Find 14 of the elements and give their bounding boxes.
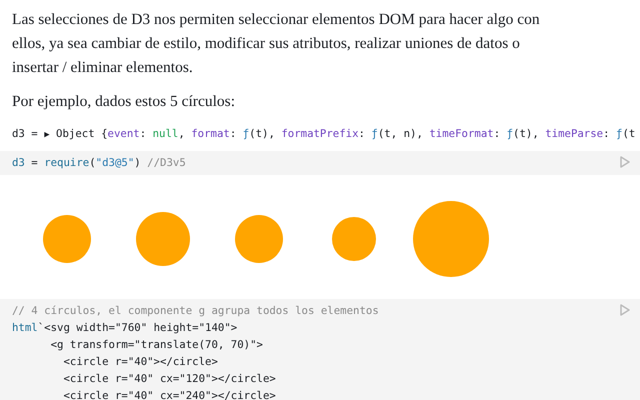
run-icon[interactable] <box>620 156 630 168</box>
code-line: html`<svg width="760" height="140"> <box>12 320 238 336</box>
code-line: // 4 círculos, el componente g agrupa todos los elementos <box>12 303 379 319</box>
code-line: d3 = ▶ Object {event: null, format: ƒ(t), formatPrefix: ƒ(t, n), timeFormat: ƒ(t), timeParse: ƒ(t <box>12 126 636 142</box>
code-line: <circle r="40"></circle> <box>62 354 218 370</box>
code-line: <circle r="40" cx="120"></circle> <box>62 371 276 387</box>
code-line: d3 = require("d3@5") //D3v5 <box>12 155 186 171</box>
run-icon[interactable] <box>620 304 630 316</box>
code-cell[interactable]: d3 = require("d3@5") //D3v5 <box>0 151 640 175</box>
code-cell[interactable] <box>0 299 640 400</box>
paragraph: Las selecciones de D3 nos permiten seleccionar elementos DOM para hacer algo con ellos, ya sea cambiar de estilo, modificar sus atributos, realizar uniones de datos o insertar / eliminar elementos. <box>12 10 541 78</box>
code-line: <circle r="40" cx="240"></circle> <box>62 388 276 400</box>
paragraph: Por ejemplo, dados estos 5 círculos: <box>12 92 236 112</box>
code-line: <g transform="translate(70, 70)"> <box>50 337 263 353</box>
